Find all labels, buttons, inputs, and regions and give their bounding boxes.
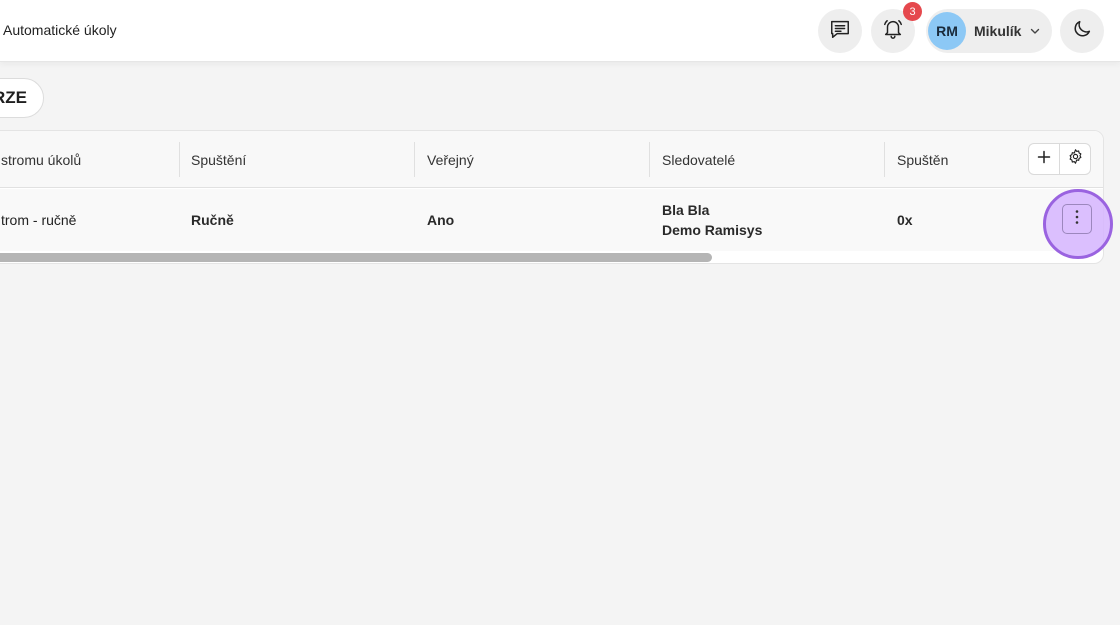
follower-name: Demo Ramisys (662, 222, 763, 238)
breadcrumb[interactable]: Automatické úkoly (3, 22, 117, 38)
version-button[interactable]: RZE (0, 78, 44, 118)
gear-icon (1067, 148, 1084, 170)
kebab-menu-icon (1075, 209, 1079, 230)
message-list-icon (829, 18, 851, 45)
column-header-runs[interactable]: Spuštěn (897, 131, 948, 188)
theme-toggle-button[interactable] (1060, 9, 1104, 53)
notification-badge: 3 (903, 2, 922, 21)
column-divider[interactable] (179, 142, 180, 177)
horizontal-scrollbar[interactable] (0, 253, 712, 262)
chevron-down-icon (1029, 25, 1041, 37)
table-row[interactable]: trom - ručně Ručně Ano Bla Bla Demo Rami… (0, 189, 1103, 251)
column-header-followers[interactable]: Sledovatelé (662, 131, 735, 188)
table-settings-button[interactable] (1059, 143, 1091, 175)
column-header-trigger[interactable]: Spuštění (191, 131, 246, 188)
bell-icon (882, 18, 904, 45)
column-divider[interactable] (649, 142, 650, 177)
user-name: Mikulík (974, 23, 1022, 39)
cell-public: Ano (427, 212, 455, 228)
moon-icon (1071, 18, 1093, 45)
cell-trigger: Ručně (191, 212, 234, 228)
cell-runs: 0x (897, 212, 913, 228)
column-header-public[interactable]: Veřejný (427, 131, 474, 188)
column-divider[interactable] (414, 142, 415, 177)
user-menu-button[interactable]: RM Mikulík (926, 9, 1052, 53)
cell-name: trom - ručně (1, 212, 77, 228)
tasks-table: stromu úkolů Spuštění Veřejný Sledovatel… (0, 130, 1104, 264)
avatar: RM (928, 12, 966, 50)
messages-button[interactable] (818, 9, 862, 53)
column-divider[interactable] (884, 142, 885, 177)
cell-followers: Bla Bla Demo Ramisys (662, 189, 762, 251)
app-header: Automatické úkoly 3 RM Mikulík (0, 0, 1120, 62)
column-header-tree[interactable]: stromu úkolů (1, 131, 81, 188)
table-header: stromu úkolů Spuštění Veřejný Sledovatel… (0, 131, 1103, 188)
add-row-button[interactable] (1028, 143, 1060, 175)
plus-icon (1037, 150, 1051, 169)
row-actions-button[interactable] (1062, 204, 1092, 234)
follower-name: Bla Bla (662, 202, 710, 218)
